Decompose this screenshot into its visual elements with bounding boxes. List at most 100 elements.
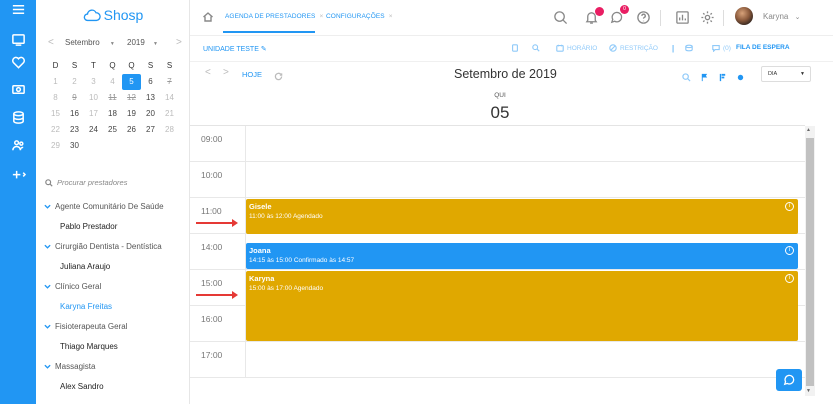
year-select[interactable]: 2019 ▼ xyxy=(127,38,158,47)
day-cell[interactable]: 23 xyxy=(65,122,84,138)
search-icon[interactable] xyxy=(682,69,691,87)
tab-label: CONFIGURAÇÕES xyxy=(326,13,385,20)
database-icon[interactable] xyxy=(0,108,36,126)
tab-agenda-prestadores[interactable]: AGENDA DE PRESTADORES × xyxy=(222,13,323,33)
day-cell-blocked[interactable]: 7 xyxy=(160,74,179,90)
day-cell[interactable]: 1 xyxy=(46,74,65,90)
print-icon[interactable] xyxy=(511,44,519,52)
scroll-down-icon[interactable]: ▼ xyxy=(806,388,811,394)
unit-selector[interactable]: UNIDADE TESTE ✎ xyxy=(203,45,267,53)
day-cell-blocked[interactable]: 9 xyxy=(65,90,84,106)
monitor-icon[interactable] xyxy=(0,30,36,48)
today-button[interactable]: HOJE xyxy=(242,70,262,79)
help-icon[interactable] xyxy=(636,10,651,30)
gear-icon[interactable] xyxy=(700,10,715,30)
shosp-logo[interactable]: Shosp xyxy=(36,4,189,26)
user-menu[interactable]: Karyna ⌄ xyxy=(763,12,800,21)
status-dot-icon[interactable] xyxy=(736,69,745,87)
appointment-card[interactable]: Joana 14:15 às 15:00 Confirmado às 14:57… xyxy=(246,243,798,269)
appointment-detail: 14:15 às 15:00 Confirmado às 14:57 xyxy=(249,257,355,264)
refresh-icon[interactable] xyxy=(274,68,283,86)
info-icon[interactable]: i xyxy=(785,202,794,211)
day-cell[interactable]: 13 xyxy=(141,90,160,106)
info-icon[interactable]: i xyxy=(785,246,794,255)
provider-item[interactable]: Alex Sandro xyxy=(36,376,189,396)
scroll-up-icon[interactable]: ▲ xyxy=(806,127,811,133)
day-cell[interactable]: 30 xyxy=(65,138,84,154)
provider-item[interactable]: Thiago Marques xyxy=(36,336,189,356)
schedule-toolbar: UNIDADE TESTE ✎ HORÁRIO RESTRIÇÃO | (0) … xyxy=(190,36,833,62)
menu-icon[interactable] xyxy=(0,0,36,18)
provider-item-selected[interactable]: Karyna Freitas xyxy=(36,296,189,316)
day-cell[interactable]: 4 xyxy=(103,74,122,90)
time-slot[interactable]: 09:00 xyxy=(190,126,805,162)
scrollbar-thumb[interactable] xyxy=(806,138,814,386)
day-cell[interactable]: 24 xyxy=(84,122,103,138)
provider-item[interactable]: Pablo Prestador xyxy=(36,216,189,236)
provider-item[interactable]: Juliana Araujo xyxy=(36,256,189,276)
coins-icon[interactable] xyxy=(685,44,693,52)
day-cell[interactable]: 25 xyxy=(103,122,122,138)
day-cell[interactable]: 22 xyxy=(46,122,65,138)
tab-configuracoes[interactable]: CONFIGURAÇÕES × xyxy=(326,13,393,20)
day-cell[interactable]: 16 xyxy=(65,106,84,122)
day-cell[interactable]: 10 xyxy=(84,90,103,106)
provider-search[interactable]: Procurar prestadores xyxy=(45,178,127,187)
team-icon[interactable] xyxy=(0,136,36,154)
specialty-group-toggle[interactable]: Cirurgião Dentista - Dentística xyxy=(36,236,189,256)
restricao-button[interactable]: RESTRIÇÃO xyxy=(609,44,658,52)
prev-day-button[interactable]: < xyxy=(205,67,211,78)
day-cell-blocked[interactable]: 12 xyxy=(122,90,141,106)
view-mode-select[interactable]: DIA ▼ xyxy=(761,66,811,82)
day-cell[interactable]: 15 xyxy=(46,106,65,122)
specialty-group-toggle[interactable]: Massagista xyxy=(36,356,189,376)
time-slot[interactable]: 10:00 xyxy=(190,162,805,198)
close-icon[interactable]: × xyxy=(319,13,323,20)
waitlist-count[interactable]: (0) xyxy=(712,44,731,52)
mini-cal-next[interactable]: > xyxy=(176,37,182,48)
flag-icon[interactable] xyxy=(700,69,709,87)
horario-label: HORÁRIO xyxy=(567,44,598,52)
vertical-scrollbar[interactable]: ▲ ▼ xyxy=(805,126,815,396)
appointment-card[interactable]: Gisele 11:00 às 12:00 Agendado i xyxy=(246,199,798,234)
appointment-card[interactable]: Karyna 15:00 às 17:00 Agendado i xyxy=(246,271,798,341)
day-number[interactable]: 05 xyxy=(480,103,520,123)
day-cell[interactable]: 21 xyxy=(160,106,179,122)
day-cell-blocked[interactable]: 11 xyxy=(103,90,122,106)
filter-icon[interactable] xyxy=(718,69,727,87)
money-icon[interactable] xyxy=(0,80,36,98)
day-cell[interactable]: 28 xyxy=(160,122,179,138)
report-icon[interactable] xyxy=(675,10,690,30)
day-cell[interactable]: 18 xyxy=(103,106,122,122)
day-cell[interactable]: 2 xyxy=(65,74,84,90)
close-icon[interactable]: × xyxy=(389,13,393,20)
specialty-group-toggle[interactable]: Fisioterapeuta Geral xyxy=(36,316,189,336)
info-icon[interactable]: i xyxy=(785,274,794,283)
add-expand-icon[interactable] xyxy=(0,166,36,184)
day-cell[interactable]: 14 xyxy=(160,90,179,106)
day-cell-selected[interactable]: 5 xyxy=(122,74,141,90)
fila-de-espera-button[interactable]: FILA DE ESPERA xyxy=(736,44,790,51)
month-select[interactable]: Setembro ▼ xyxy=(65,38,115,47)
specialty-group-toggle[interactable]: Clínico Geral xyxy=(36,276,189,296)
day-cell[interactable]: 8 xyxy=(46,90,65,106)
support-chat-button[interactable] xyxy=(776,369,802,391)
search-icon[interactable] xyxy=(553,10,568,30)
search-icon[interactable] xyxy=(532,44,540,52)
day-cell[interactable]: 3 xyxy=(84,74,103,90)
day-cell[interactable]: 26 xyxy=(122,122,141,138)
time-slot[interactable]: 17:00 xyxy=(190,342,805,378)
avatar[interactable] xyxy=(735,7,753,25)
day-cell[interactable]: 20 xyxy=(141,106,160,122)
horario-button[interactable]: HORÁRIO xyxy=(556,44,597,52)
home-icon[interactable] xyxy=(202,10,214,28)
day-cell[interactable]: 19 xyxy=(122,106,141,122)
mini-cal-prev[interactable]: < xyxy=(48,37,54,48)
day-cell[interactable]: 17 xyxy=(84,106,103,122)
day-cell[interactable]: 27 xyxy=(141,122,160,138)
day-cell[interactable]: 29 xyxy=(46,138,65,154)
specialty-group-toggle[interactable]: Agente Comunitário De Saúde xyxy=(36,196,189,216)
heart-icon[interactable] xyxy=(0,53,36,71)
day-cell[interactable]: 6 xyxy=(141,74,160,90)
next-day-button[interactable]: > xyxy=(223,67,229,78)
